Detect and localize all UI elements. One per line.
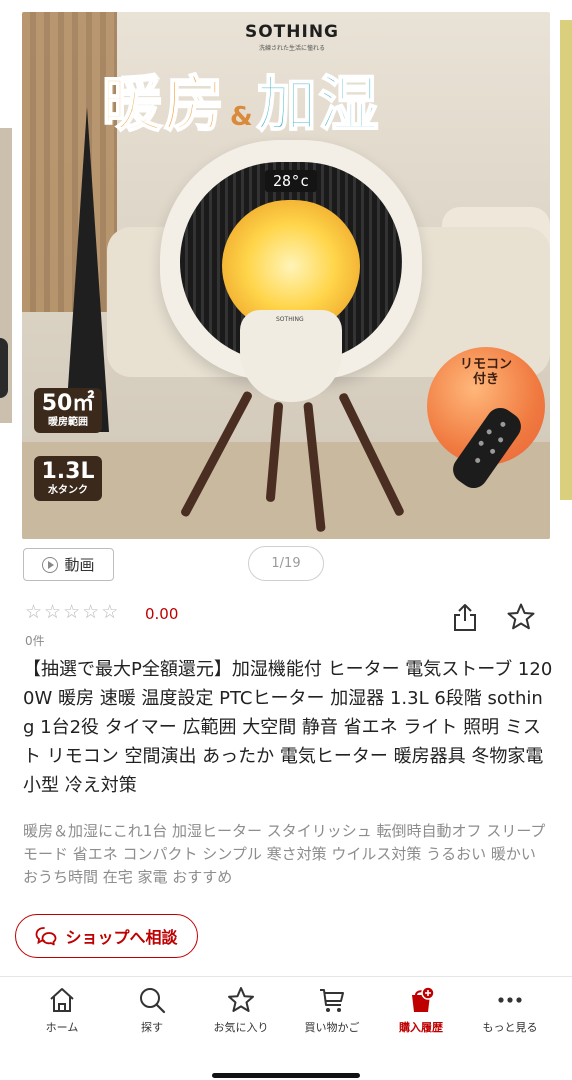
- temperature-display: 28°c: [265, 170, 317, 192]
- product-image-carousel[interactable]: SOTHING 洗練された生活に憧れる 暖房 &加湿 28°c SOTHING 5…: [0, 0, 572, 545]
- star-empty-icon: ☆: [25, 601, 43, 623]
- floor-lamp: [60, 97, 110, 432]
- bottom-navigation: ホーム 探す お気に入り 買い物かご 購入履歴 もっと見る: [0, 976, 572, 1080]
- next-image-peek[interactable]: [560, 20, 572, 500]
- star-empty-icon: ☆: [101, 601, 119, 623]
- share-icon[interactable]: [452, 602, 478, 632]
- heating-area-badge: 50㎡ 暖房範囲: [34, 388, 102, 433]
- home-indicator[interactable]: [212, 1073, 360, 1078]
- star-empty-icon: ☆: [82, 601, 100, 623]
- star-empty-icon: ☆: [63, 601, 81, 623]
- video-button[interactable]: 動画: [23, 548, 114, 581]
- nav-item-purchase-history[interactable]: 購入履歴: [376, 985, 466, 1035]
- home-icon: [50, 988, 74, 1012]
- star-icon: [228, 987, 254, 1012]
- nav-item-more[interactable]: もっと見る: [465, 985, 555, 1035]
- previous-image-peek[interactable]: [0, 128, 12, 423]
- shop-consult-button[interactable]: ショップへ相談: [15, 914, 198, 958]
- remote-included-badge: リモコン 付き: [427, 347, 545, 494]
- image-headline: 暖房 &加湿: [101, 69, 381, 141]
- water-tank-badge: 1.3L 水タンク: [34, 456, 102, 501]
- purchase-history-icon: [412, 986, 435, 1012]
- favorite-star-icon[interactable]: [506, 602, 536, 632]
- brand-logo: SOTHING 洗練された生活に憧れる: [244, 22, 340, 52]
- more-icon: [498, 997, 522, 1003]
- chat-bubble-icon: [36, 927, 57, 946]
- product-catchcopy: 暖房＆加湿にこれ1台 加湿ヒーター スタイリッシュ 転倒時自動オフ スリープモー…: [23, 822, 546, 886]
- product-main-image[interactable]: SOTHING 洗練された生活に憧れる 暖房 &加湿 28°c SOTHING 5…: [22, 12, 550, 539]
- nav-item-home[interactable]: ホーム: [17, 985, 107, 1035]
- review-count[interactable]: 0件: [25, 632, 45, 649]
- image-pager: 1/19: [248, 546, 324, 581]
- play-icon: [42, 556, 59, 573]
- search-icon: [140, 988, 166, 1014]
- cart-icon: [320, 989, 344, 1012]
- rating-value[interactable]: 0.00: [145, 605, 178, 623]
- nav-item-favorites[interactable]: お気に入り: [196, 985, 286, 1035]
- nav-item-search[interactable]: 探す: [107, 985, 197, 1035]
- heater-product-illustration: 28°c SOTHING: [160, 140, 422, 402]
- star-empty-icon: ☆: [44, 601, 62, 623]
- rating-stars[interactable]: ☆ ☆ ☆ ☆ ☆: [25, 601, 118, 623]
- product-title: 【抽選で最大P全額還元】加湿機能付 ヒーター 電気ストーブ 1200W 暖房 速…: [23, 659, 553, 796]
- nav-item-cart[interactable]: 買い物かご: [287, 985, 377, 1035]
